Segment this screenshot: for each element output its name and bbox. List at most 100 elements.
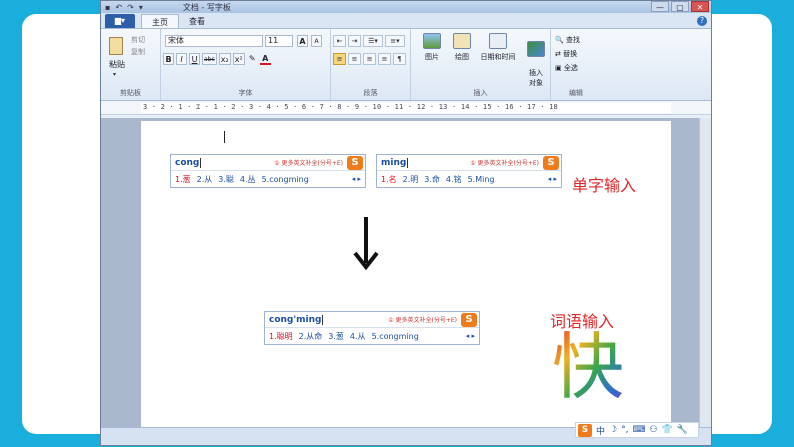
paste-icon[interactable] (109, 37, 123, 55)
ime-candidate[interactable]: 3.葱 (328, 331, 344, 342)
insert-picture-label: 图片 (425, 53, 439, 61)
align-left-icon[interactable]: ≡ (333, 53, 346, 65)
insert-datetime-button[interactable]: 日期和时间 (473, 33, 523, 62)
ime-candidate-box: ming ① 更多英文补全(分号+E) S 1.名 2.明 3.命 4.铭 5.… (376, 154, 562, 188)
minimize-button[interactable]: — (651, 1, 669, 12)
ime-caret (200, 157, 202, 168)
copy-button[interactable]: 复制 (131, 47, 145, 57)
ime-candidate[interactable]: 2.从 (197, 174, 213, 185)
grow-font-button[interactable]: A (297, 35, 308, 47)
ime-page-nav-icon[interactable]: ◂ ▸ (466, 332, 475, 340)
ime-hint[interactable]: ① 更多英文补全(分号+E) (470, 158, 539, 167)
underline-button[interactable]: U (189, 53, 200, 65)
find-button[interactable]: 🔍 查找 (555, 35, 580, 45)
select-all-button[interactable]: ▣ 全选 (555, 63, 578, 73)
ime-candidate[interactable]: 4.从 (350, 331, 366, 342)
tab-view[interactable]: 查看 (179, 14, 215, 28)
find-label: 查找 (565, 36, 580, 44)
arrow-down-icon (353, 217, 379, 271)
chinese-mode-icon[interactable]: 中 (596, 424, 605, 437)
ime-candidates-row: 1.葱 2.从 3.聪 4.丛 5.congming ◂ ▸ (171, 171, 365, 187)
ime-candidate[interactable]: 5.congming (262, 175, 309, 184)
font-family-select[interactable]: 宋体 (165, 35, 263, 47)
clipboard-group: 粘贴 ▾ 剪切 复制 剪贴板 (101, 29, 161, 100)
bold-button[interactable]: B (163, 53, 174, 65)
calendar-icon (489, 33, 507, 49)
window-title: 文档 - 写字板 (182, 2, 231, 12)
tools-icon[interactable]: 🔧 (677, 425, 688, 435)
italic-button[interactable]: I (176, 53, 187, 65)
ruler[interactable]: 3 · 2 · 1 · ⌶ · 1 · 2 · 3 · 4 · 5 · 6 · … (101, 101, 711, 115)
ime-candidate[interactable]: 1.葱 (175, 174, 191, 185)
superscript-button[interactable]: x² (232, 53, 245, 65)
font-group: 宋体 11 A A B I U abc x₂ x² ✎ A 字体 (161, 29, 331, 100)
list-icon[interactable]: ☰▾ (363, 35, 383, 47)
redo-icon[interactable]: ↷ (127, 3, 134, 12)
ime-candidates-row: 1.名 2.明 3.命 4.铭 5.Ming ◂ ▸ (377, 171, 561, 187)
text-color-button[interactable]: A (259, 53, 271, 65)
half-width-icon[interactable]: ☽ (609, 425, 617, 435)
ime-candidate[interactable]: 2.明 (403, 174, 419, 185)
ime-candidate[interactable]: 3.命 (424, 174, 440, 185)
strikethrough-button[interactable]: abc (202, 53, 217, 65)
ime-status-tray: S 中 ☽ °, ⌨ ⚇ 👕 🔧 (575, 422, 699, 438)
ime-candidate[interactable]: 1.名 (381, 174, 397, 185)
quick-access-toolbar: ▪ ↶ ↷ ▾ (105, 3, 143, 12)
insert-object-label: 插入 对象 (529, 69, 543, 87)
app-menu-button[interactable]: ▆▾ (105, 14, 135, 28)
window-controls: — ▢ ✕ (651, 1, 709, 12)
paste-dropdown-icon[interactable]: ▾ (113, 71, 116, 78)
ime-candidate[interactable]: 4.铭 (446, 174, 462, 185)
highlight-color-button[interactable]: ✎ (247, 53, 258, 65)
punctuation-icon[interactable]: °, (621, 425, 628, 435)
ime-composition-row: ming ① 更多英文补全(分号+E) S (377, 155, 561, 171)
paste-button[interactable]: 粘贴 (109, 59, 125, 70)
line-spacing-icon[interactable]: ≡▾ (385, 35, 405, 47)
subscript-button[interactable]: x₂ (218, 53, 231, 65)
close-button[interactable]: ✕ (691, 1, 709, 12)
ime-pinyin: cong'ming (269, 314, 322, 325)
keyboard-icon[interactable]: ⌨ (632, 425, 645, 435)
increase-indent-icon[interactable]: ⇥ (348, 35, 361, 47)
maximize-button[interactable]: ▢ (671, 1, 689, 12)
kuai-character-graphic: 快 (552, 325, 624, 404)
justify-icon[interactable]: ≡ (378, 53, 391, 65)
tab-home[interactable]: 主页 (141, 14, 179, 28)
help-icon[interactable]: ? (697, 16, 707, 26)
ime-pinyin: ming (381, 157, 407, 168)
ime-candidate[interactable]: 2.从命 (299, 331, 323, 342)
title-bar: ▪ ↶ ↷ ▾ 文档 - 写字板 — ▢ ✕ (101, 1, 711, 13)
replace-button[interactable]: ⇄ 替换 (555, 49, 577, 59)
font-format-buttons: B I U abc x₂ x² ✎ A (163, 53, 271, 65)
vertical-scrollbar[interactable] (699, 118, 711, 427)
sogou-logo-icon[interactable]: S (578, 423, 592, 437)
ime-candidate[interactable]: 4.丛 (240, 174, 256, 185)
undo-icon[interactable]: ↶ (115, 3, 122, 12)
save-icon[interactable]: ▪ (105, 3, 110, 12)
ime-page-nav-icon[interactable]: ◂ ▸ (548, 175, 557, 183)
ime-candidate[interactable]: 5.congming (372, 332, 419, 341)
paragraph-group-label: 段落 (363, 89, 378, 97)
ime-candidate[interactable]: 1.聪明 (269, 331, 293, 342)
text-cursor (224, 131, 225, 143)
align-center-icon[interactable]: ≡ (348, 53, 361, 65)
user-icon[interactable]: ⚇ (649, 425, 657, 435)
shrink-font-button[interactable]: A (311, 35, 322, 47)
paragraph-row-1: ⇤ ⇥ ☰▾ ≡▾ (333, 35, 405, 47)
ime-hint[interactable]: ① 更多英文补全(分号+E) (274, 158, 343, 167)
ime-candidate-box: cong'ming ① 更多英文补全(分号+E) S 1.聪明 2.从命 3.葱… (264, 311, 480, 345)
ime-hint[interactable]: ① 更多英文补全(分号+E) (388, 315, 457, 324)
insert-group: 图片 绘图 日期和时间 插入 对象 插入 (411, 29, 551, 100)
object-icon (527, 41, 545, 57)
ime-page-nav-icon[interactable]: ◂ ▸ (352, 175, 361, 183)
ime-candidate[interactable]: 5.Ming (468, 175, 495, 184)
customize-icon[interactable]: ▾ (139, 3, 143, 12)
paragraph-settings-icon[interactable]: ¶ (393, 53, 406, 65)
decrease-indent-icon[interactable]: ⇤ (333, 35, 346, 47)
cut-button[interactable]: 剪切 (131, 35, 145, 45)
align-right-icon[interactable]: ≡ (363, 53, 376, 65)
ime-candidate[interactable]: 3.聪 (218, 174, 234, 185)
insert-object-button[interactable]: 插入 对象 (521, 33, 551, 88)
skin-icon[interactable]: 👕 (662, 425, 673, 435)
font-size-select[interactable]: 11 (265, 35, 293, 47)
